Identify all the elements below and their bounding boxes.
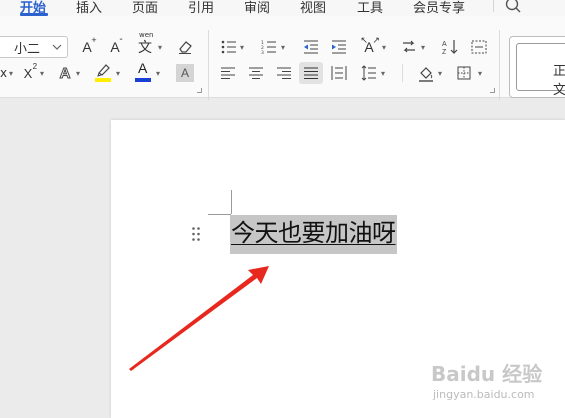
numbered-list-button[interactable]: 123 [260,38,278,56]
chinese-layout-button[interactable]: A ↖ ↗ [358,35,380,56]
font-dialog-launcher-icon[interactable] [197,88,202,93]
margin-marker [231,190,232,214]
tab-tools[interactable]: 工具 [357,0,383,16]
superscript-icon: X2 [23,61,38,81]
align-center-icon [249,67,263,79]
paragraph-dialog-launcher-icon[interactable] [490,88,495,93]
font-size-value: 小二 [14,42,41,57]
bullet-list-button[interactable] [220,38,238,56]
chevron-down-icon[interactable]: ▾ [240,43,244,52]
chevron-down-icon[interactable]: ▾ [281,43,285,52]
chevron-down-icon[interactable]: ▾ [156,69,160,78]
svg-text:3: 3 [261,50,264,54]
font-size-select[interactable]: 小二 [0,36,68,58]
grow-font-button[interactable]: A + [78,35,97,56]
text-direction-button[interactable] [400,38,418,56]
chinese-layout-icon: A ↖ ↗ [360,35,380,55]
drag-handle-icon[interactable] [191,226,201,242]
borders-button[interactable] [456,65,472,81]
sort-button[interactable]: AZ [441,38,459,56]
text-direction-icon [403,40,415,53]
style-normal[interactable]: 正文 [516,43,565,98]
chevron-down-icon[interactable]: ▾ [116,69,120,78]
tab-page[interactable]: 页面 [132,0,158,16]
clear-format-button[interactable] [176,38,194,56]
watermark-brand: Baidu 经验 [431,362,543,386]
chevron-down-icon[interactable]: ▾ [9,69,13,78]
shrink-font-button[interactable]: A- [106,34,124,56]
chevron-down-icon[interactable]: ▾ [40,69,44,78]
phonetic-guide-button[interactable]: wen 文 [134,31,156,56]
superscript-button[interactable]: X2 [18,61,38,82]
tab-member[interactable]: 会员专享 [413,0,465,16]
chevron-down-icon[interactable]: ▾ [478,69,482,78]
chevron-down-icon[interactable]: ▾ [381,69,385,78]
chevron-down-icon[interactable]: ▾ [382,43,386,52]
decrease-indent-icon [304,40,318,54]
svg-text:A: A [442,41,447,48]
style-gallery[interactable]: 正文 [509,36,565,98]
chevron-down-icon[interactable]: ▾ [421,43,425,52]
menu-separator [493,0,494,12]
selected-paragraph-text[interactable]: 今天也要加油呀 [230,215,397,254]
tab-references[interactable]: 引用 [188,0,214,16]
increase-indent-button[interactable] [330,38,348,56]
chevron-down-icon[interactable]: ▾ [438,69,442,78]
menu-bar: 开始 插入 页面 引用 审阅 视图 工具 会员专享 [0,0,565,16]
grow-font-icon: A + [82,35,97,55]
show-marks-button[interactable] [470,38,488,56]
align-right-icon [277,67,291,79]
align-left-icon [221,67,235,79]
tab-view[interactable]: 视图 [300,0,326,16]
phonetic-guide-icon: wen 文 [138,31,154,56]
watermark-logo: Baidu 经验 jingyan.baidu.com [431,358,563,414]
borders-icon [457,66,471,80]
distributed-align-button[interactable] [330,64,348,82]
text-effect-button[interactable]: A [56,64,74,82]
bullet-list-icon [221,40,236,54]
align-left-button[interactable] [220,65,236,81]
highlighter-icon [95,62,113,82]
style-normal-label: 正文 [553,64,565,98]
decrease-indent-button[interactable] [302,38,320,56]
increase-indent-icon [332,40,346,54]
chevron-down-icon [52,44,62,50]
line-spacing-button[interactable] [360,64,378,82]
highlight-button[interactable] [94,61,114,83]
paragraph-marks-icon [471,40,487,54]
distributed-align-icon [331,66,347,80]
shading-button[interactable] [416,63,436,83]
character-shading-button[interactable]: A [176,64,194,82]
chevron-down-icon[interactable]: ▾ [158,43,162,52]
inline-separator [402,64,403,82]
chevron-down-icon[interactable]: ▾ [76,69,80,78]
tab-review[interactable]: 审阅 [244,0,270,16]
line-spacing-icon [361,65,376,81]
sort-icon: AZ [442,40,458,55]
font-color-icon: A [135,60,153,82]
numbered-list-icon: 123 [261,40,276,54]
group-separator [499,30,500,100]
eraser-icon [179,41,192,54]
strikethrough-caret[interactable]: x [0,64,7,82]
svg-text:Z: Z [442,49,447,55]
shrink-font-icon: A- [110,34,123,55]
paint-bucket-icon [419,67,433,82]
justify-icon [304,67,318,79]
font-color-button[interactable]: A [134,60,154,83]
text-effect-icon: A [59,64,71,82]
red-arrow-annotation [129,266,269,371]
justify-button[interactable] [299,62,323,84]
ribbon-toolbar: 小二 A + A- wen 文 ▾ x ▾ X2 ▾ A ▾ ▾ A ▾ A ▾… [0,16,565,100]
group-separator [208,30,209,100]
margin-marker [208,214,231,215]
align-center-button[interactable] [248,65,264,81]
align-right-button[interactable] [276,65,292,81]
search-icon[interactable] [504,0,522,14]
watermark-url: jingyan.baidu.com [433,388,535,401]
character-shading-icon: A [180,66,189,80]
tab-insert[interactable]: 插入 [76,0,102,16]
